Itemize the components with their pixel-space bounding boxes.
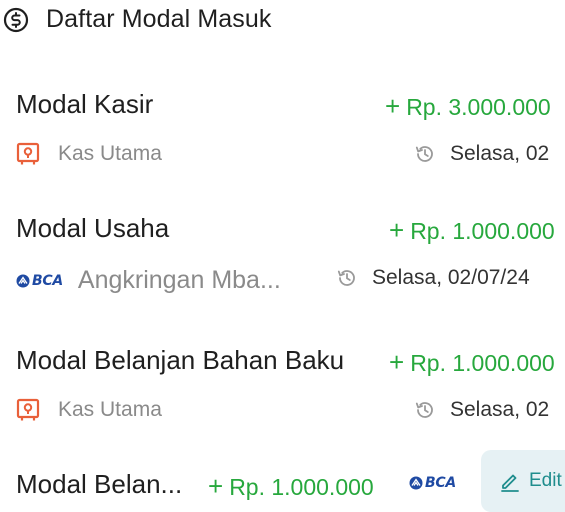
bca-logo: BCA — [409, 475, 456, 491]
money-circle-icon — [3, 7, 29, 33]
entry-amount: + Rp. 1.000.000 — [208, 471, 374, 501]
entry-date: Selasa, 02 — [414, 398, 549, 422]
page-header: Daftar Modal Masuk — [0, 0, 565, 40]
entry-date: Selasa, 02/07/24 — [336, 266, 530, 290]
entry-name: Modal Belanjan Bahan Baku — [16, 345, 345, 375]
safe-icon — [16, 398, 40, 421]
entry-name: Modal Kasir — [16, 89, 154, 119]
history-icon — [415, 402, 433, 418]
history-icon — [415, 146, 433, 162]
date-label: Selasa, 02 — [450, 398, 550, 421]
entry-source: Kas Utama — [16, 142, 162, 166]
entry-name: Modal Belan... — [16, 469, 183, 499]
source-label: Kas Utama — [58, 142, 162, 165]
edit-button[interactable]: Edit — [481, 450, 565, 512]
bca-logo-icon — [409, 476, 423, 490]
source-label: Kas Utama — [58, 398, 162, 421]
entry-name: Modal Usaha — [16, 213, 170, 243]
page-title: Daftar Modal Masuk — [46, 5, 272, 33]
entry-amount: + Rp. 1.000.000 — [389, 347, 555, 377]
bca-logo: BCA — [16, 273, 63, 289]
history-icon — [337, 270, 355, 286]
entry-date: Selasa, 02 — [414, 142, 549, 166]
safe-icon — [16, 142, 40, 165]
pencil-icon — [501, 474, 519, 492]
date-label: Selasa, 02/07/24 — [372, 266, 530, 289]
date-label: Selasa, 02 — [450, 142, 550, 165]
entry-amount: + Rp. 3.000.000 — [385, 91, 551, 121]
entry-source: Kas Utama — [16, 398, 162, 422]
entry-amount: + Rp. 1.000.000 — [389, 215, 555, 245]
source-label: Angkringan Mba... — [77, 266, 281, 294]
edit-label: Edit — [529, 470, 562, 491]
bca-logo-icon — [16, 274, 30, 287]
entry-source: BCA Angkringan Mba... — [16, 266, 281, 295]
